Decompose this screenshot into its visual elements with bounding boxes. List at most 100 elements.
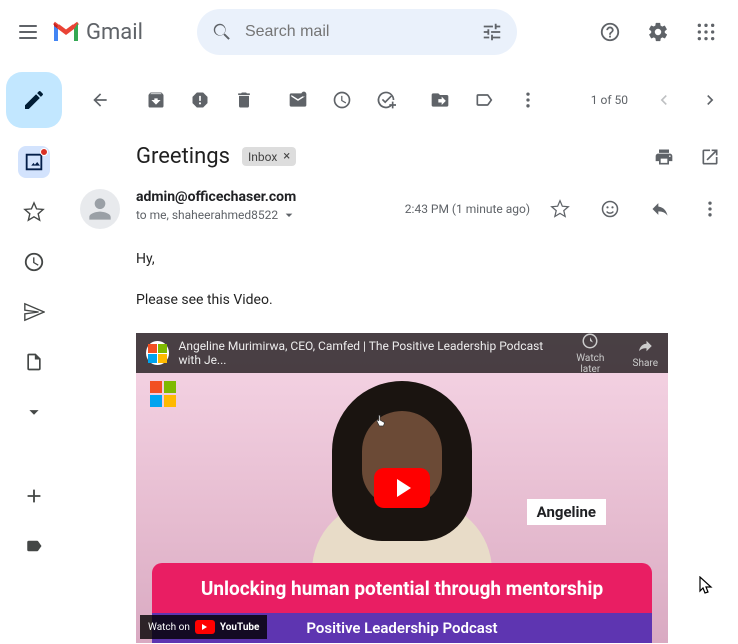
- sidebar-item-drafts[interactable]: [18, 346, 50, 378]
- search-input[interactable]: [245, 23, 481, 41]
- chevron-down-icon: [23, 401, 45, 423]
- emoji-icon: [600, 199, 620, 219]
- play-button[interactable]: [374, 468, 430, 508]
- document-icon: [24, 351, 44, 373]
- print-button[interactable]: [644, 137, 684, 177]
- sidebar-item-starred[interactable]: [18, 196, 50, 228]
- archive-button[interactable]: [136, 80, 176, 120]
- message-more-button[interactable]: [690, 189, 730, 229]
- message-toolbar: 1 of 50: [80, 76, 730, 124]
- prev-button[interactable]: [644, 80, 684, 120]
- sidebar-item-snoozed[interactable]: [18, 246, 50, 278]
- gmail-m-icon: [52, 21, 80, 43]
- gmail-logo-text: Gmail: [86, 20, 143, 45]
- hamburger-icon: [19, 25, 37, 39]
- gmail-logo[interactable]: Gmail: [52, 20, 143, 45]
- video-name-tag: Angeline: [527, 499, 606, 525]
- message-time: 2:43 PM (1 minute ago): [405, 202, 530, 216]
- video-embed[interactable]: Angeline Murimirwa, CEO, Camfed | The Po…: [136, 333, 668, 643]
- moveto-button[interactable]: [420, 80, 460, 120]
- sender-row: admin@officechaser.com to me, shaheerahm…: [80, 189, 730, 229]
- plus-icon: [23, 485, 45, 507]
- settings-button[interactable]: [638, 12, 678, 52]
- unread-indicator: [40, 148, 48, 156]
- watch-on-youtube[interactable]: Watch on YouTube: [140, 615, 267, 639]
- message-body: Hy, Please see this Video.: [80, 247, 730, 313]
- tune-icon[interactable]: [481, 21, 503, 43]
- reply-icon: [650, 199, 670, 219]
- sender-avatar[interactable]: [80, 189, 120, 229]
- youtube-icon: [195, 620, 215, 634]
- subject-text: Greetings: [136, 144, 230, 169]
- share-button[interactable]: Share: [633, 337, 658, 369]
- subject-row: Greetings Inbox ×: [80, 144, 730, 169]
- send-icon: [23, 301, 45, 323]
- more-vert-icon: [700, 199, 720, 219]
- chevron-right-icon: [700, 90, 720, 110]
- print-icon: [654, 147, 674, 167]
- video-person: [292, 361, 512, 571]
- newwindow-button[interactable]: [690, 137, 730, 177]
- add-task-icon: [376, 90, 396, 110]
- folder-move-icon: [430, 90, 450, 110]
- apps-button[interactable]: [686, 12, 726, 52]
- arrow-back-icon: [90, 90, 110, 110]
- open-new-icon: [700, 147, 720, 167]
- label-remove[interactable]: ×: [283, 149, 290, 164]
- chevron-left-icon: [654, 90, 674, 110]
- recipients-text: to me, shaheerahmed8522: [136, 208, 278, 222]
- sidebar-item-new-label[interactable]: [18, 480, 50, 512]
- clock-icon: [332, 90, 352, 110]
- help-icon: [599, 21, 621, 43]
- sender-email: admin@officechaser.com: [136, 189, 405, 205]
- sidebar-item-inbox[interactable]: [18, 146, 50, 178]
- report-icon: [190, 90, 210, 110]
- labels-button[interactable]: [464, 80, 504, 120]
- mail-unread-icon: [288, 90, 308, 110]
- compose-button[interactable]: [6, 72, 62, 128]
- search-bar[interactable]: [197, 9, 517, 55]
- star-icon: [23, 201, 45, 223]
- react-button[interactable]: [590, 189, 630, 229]
- app-header: Gmail: [0, 0, 738, 64]
- person-icon: [84, 193, 116, 225]
- more-vert-icon: [518, 90, 538, 110]
- message-counter: 1 of 50: [591, 93, 628, 107]
- channel-icon: [146, 341, 169, 365]
- trash-icon: [234, 90, 254, 110]
- header-right: [590, 12, 730, 52]
- main-menu-button[interactable]: [8, 12, 48, 52]
- snooze-button[interactable]: [322, 80, 362, 120]
- recipients[interactable]: to me, shaheerahmed8522: [136, 207, 405, 223]
- next-button[interactable]: [690, 80, 730, 120]
- label-chip[interactable]: Inbox ×: [242, 147, 296, 166]
- delete-button[interactable]: [224, 80, 264, 120]
- search-icon: [211, 21, 233, 43]
- clock-icon: [23, 251, 45, 273]
- caret-down-icon: [281, 207, 297, 223]
- archive-icon: [146, 90, 166, 110]
- addtask-button[interactable]: [366, 80, 406, 120]
- star-button[interactable]: [540, 189, 580, 229]
- ms-logo: [150, 381, 176, 407]
- sidebar-item-label[interactable]: [18, 530, 50, 562]
- sidebar: [0, 64, 68, 644]
- support-button[interactable]: [590, 12, 630, 52]
- body-line-2: Please see this Video.: [136, 288, 730, 313]
- star-outline-icon: [550, 199, 570, 219]
- unread-button[interactable]: [278, 80, 318, 120]
- sidebar-item-more[interactable]: [18, 396, 50, 428]
- label-text: Inbox: [248, 150, 277, 164]
- label-outline-icon: [474, 90, 494, 110]
- video-banner-1: Unlocking human potential through mentor…: [152, 563, 652, 613]
- back-button[interactable]: [80, 80, 120, 120]
- gear-icon: [647, 21, 669, 43]
- apps-icon: [696, 22, 716, 42]
- pencil-icon: [22, 88, 46, 112]
- more-button[interactable]: [508, 80, 548, 120]
- reply-button[interactable]: [640, 189, 680, 229]
- spam-button[interactable]: [180, 80, 220, 120]
- watch-later-button[interactable]: Watch later: [568, 333, 612, 375]
- label-icon: [23, 537, 45, 555]
- sidebar-item-sent[interactable]: [18, 296, 50, 328]
